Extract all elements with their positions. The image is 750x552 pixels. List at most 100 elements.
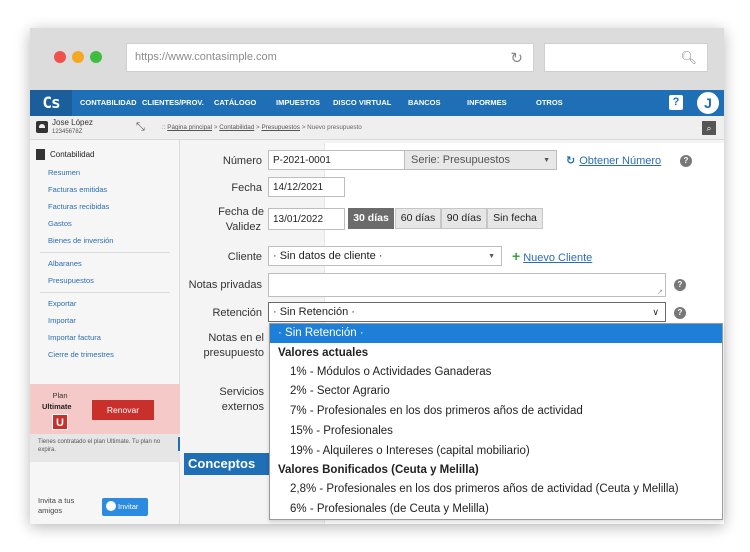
- validez-60-dias-button[interactable]: 60 días: [395, 208, 441, 229]
- breadcrumb-contabilidad[interactable]: Contabilidad: [219, 124, 254, 131]
- retencion-option[interactable]: 1% - Módulos o Actividades Ganaderas: [270, 363, 722, 382]
- sidebar-divider: [40, 292, 170, 293]
- maximize-window-icon[interactable]: [90, 51, 102, 63]
- breadcrumb: :: Página principal > Contabilidad > Pre…: [162, 124, 362, 131]
- cliente-select[interactable]: · Sin datos de cliente · ▼: [268, 246, 502, 266]
- browser-chrome: https://www.contasimple.com ↻ 🔍︎: [30, 28, 724, 90]
- notas-privadas-help-icon[interactable]: ?: [674, 279, 686, 291]
- retencion-value: · Sin Retención ·: [273, 306, 355, 318]
- validez-label-line2: Validez: [225, 221, 261, 233]
- plan-label: Plan: [52, 391, 68, 400]
- nav-bancos[interactable]: BANCOS: [408, 90, 441, 116]
- page-search-icon[interactable]: ⌕: [702, 121, 716, 135]
- breadcrumb-separator: >: [213, 124, 218, 131]
- retencion-option-selected[interactable]: · Sin Retención ·: [270, 324, 722, 343]
- breadcrumb-presupuestos[interactable]: Presupuestos: [261, 124, 300, 131]
- retencion-group-actual: Valores actuales: [278, 347, 369, 359]
- chevron-down-icon: ▼: [488, 253, 495, 260]
- collapse-sidebar-icon[interactable]: ⤡: [136, 121, 145, 134]
- section-marker: [178, 437, 180, 451]
- refresh-icon: ↻: [566, 155, 576, 167]
- chevron-down-icon: ∨: [652, 307, 659, 317]
- notas-privadas-textarea[interactable]: ↗: [268, 273, 666, 297]
- close-window-icon[interactable]: [54, 51, 66, 63]
- address-url: https://www.contasimple.com: [135, 51, 277, 63]
- validez-sin-fecha-button[interactable]: Sin fecha: [487, 208, 543, 229]
- conceptos-section-title: Conceptos: [184, 453, 270, 475]
- search-icon: 🔍︎: [680, 50, 697, 65]
- retencion-option[interactable]: 2% - Sector Agrario: [270, 382, 722, 401]
- validez-input[interactable]: [268, 208, 345, 230]
- nav-impuestos[interactable]: IMPUESTOS: [276, 90, 320, 116]
- nav-otros[interactable]: OTROS: [536, 90, 563, 116]
- retencion-option[interactable]: 6% - Profesionales (de Ceuta y Melilla): [270, 500, 722, 519]
- sidebar-item-albaranes[interactable]: Albaranes: [48, 259, 82, 268]
- sidebar-item-bienes-inversion[interactable]: Bienes de inversión: [48, 236, 113, 245]
- sidebar: Contabilidad Resumen Facturas emitidas F…: [30, 140, 180, 524]
- plan-badge: U: [52, 414, 68, 430]
- sidebar-item-importar-factura[interactable]: Importar factura: [48, 333, 101, 342]
- nav-informes[interactable]: INFORMES: [467, 90, 507, 116]
- sidebar-divider: [40, 252, 170, 253]
- notas-presupuesto-label-line2: presupuesto: [203, 347, 264, 359]
- sidebar-item-exportar[interactable]: Exportar: [48, 299, 76, 308]
- retencion-option[interactable]: 15% - Profesionales: [270, 422, 722, 441]
- validez-label-line1: Fecha de: [218, 206, 264, 218]
- retencion-help-icon[interactable]: ?: [674, 307, 686, 319]
- retencion-label: Retención: [212, 307, 262, 319]
- retencion-option[interactable]: 2,8% - Profesionales en los dos primeros…: [270, 480, 722, 499]
- sidebar-heading: Contabilidad: [50, 150, 95, 159]
- sidebar-item-gastos[interactable]: Gastos: [48, 219, 72, 228]
- cliente-label: Cliente: [227, 251, 262, 263]
- sidebar-item-resumen[interactable]: Resumen: [48, 168, 80, 177]
- invite-button[interactable]: Invitar: [102, 498, 148, 516]
- nav-disco-virtual[interactable]: DISCO VIRTUAL: [333, 90, 391, 116]
- document-icon: [36, 149, 45, 160]
- sidebar-item-importar[interactable]: Importar: [48, 316, 76, 325]
- cliente-value: · Sin datos de cliente ·: [273, 250, 383, 262]
- servicios-externos-label-line1: Servicios: [219, 386, 264, 398]
- validez-90-dias-button[interactable]: 90 días: [441, 208, 487, 229]
- user-card-icon: [36, 121, 48, 133]
- browser-search-box[interactable]: 🔍︎: [544, 43, 708, 72]
- sidebar-item-presupuestos[interactable]: Presupuestos: [48, 276, 94, 285]
- user-avatar[interactable]: J: [696, 91, 720, 115]
- nav-clientes[interactable]: CLIENTES/PROV.: [142, 90, 204, 116]
- reload-icon[interactable]: ↻: [510, 49, 523, 67]
- sidebar-item-cierre-trimestres[interactable]: Cierre de trimestres: [48, 350, 114, 359]
- retencion-option[interactable]: 7% - Profesionales en los dos primeros a…: [270, 402, 722, 421]
- user-tax-id: 12345678Z: [52, 129, 83, 135]
- minimize-window-icon[interactable]: [72, 51, 84, 63]
- fecha-input[interactable]: [268, 177, 345, 197]
- resize-handle-icon[interactable]: ↗: [657, 288, 663, 296]
- breadcrumb-home[interactable]: Página principal: [167, 124, 212, 131]
- serie-value: Serie: Presupuestos: [411, 154, 511, 166]
- nav-contabilidad[interactable]: CONTABILIDAD: [80, 90, 137, 116]
- fecha-label: Fecha: [231, 182, 262, 194]
- validez-30-dias-button[interactable]: 30 días: [348, 208, 394, 229]
- serie-select[interactable]: Serie: Presupuestos ▼: [404, 150, 557, 170]
- obtener-numero-link[interactable]: ↻ Obtener Número: [566, 154, 661, 167]
- numero-input[interactable]: [268, 150, 405, 170]
- nuevo-cliente-label: Nuevo Cliente: [523, 252, 593, 264]
- retencion-option[interactable]: 19% - Alquileres o Intereses (capital mo…: [270, 442, 722, 461]
- plan-panel: Plan Ultimate U Renovar: [30, 384, 180, 434]
- retencion-select[interactable]: · Sin Retención · ∨: [268, 302, 666, 322]
- numero-help-icon[interactable]: ?: [680, 155, 692, 167]
- sidebar-item-facturas-emitidas[interactable]: Facturas emitidas: [48, 185, 107, 194]
- breadcrumb-prefix: ::: [162, 124, 166, 131]
- servicios-externos-label-line2: externos: [221, 401, 264, 413]
- obtener-numero-label: Obtener Número: [579, 155, 662, 167]
- retencion-dropdown-list[interactable]: · Sin Retención · Valores actuales 1% - …: [269, 323, 723, 520]
- renew-button[interactable]: Renovar: [92, 400, 154, 420]
- main-navigation: Cs CONTABILIDAD CLIENTES/PROV. CATÁLOGO …: [30, 90, 724, 116]
- sidebar-item-facturas-recibidas[interactable]: Facturas recibidas: [48, 202, 109, 211]
- plus-icon: +: [512, 248, 521, 264]
- address-bar[interactable]: https://www.contasimple.com ↻: [126, 43, 534, 72]
- help-icon[interactable]: ?: [669, 95, 683, 110]
- nav-catalogo[interactable]: CATÁLOGO: [214, 90, 256, 116]
- contasimple-logo[interactable]: Cs: [30, 90, 72, 116]
- nuevo-cliente-link[interactable]: + Nuevo Cliente: [512, 248, 593, 264]
- numero-label: Número: [222, 155, 262, 167]
- notas-privadas-label: Notas privadas: [188, 279, 262, 291]
